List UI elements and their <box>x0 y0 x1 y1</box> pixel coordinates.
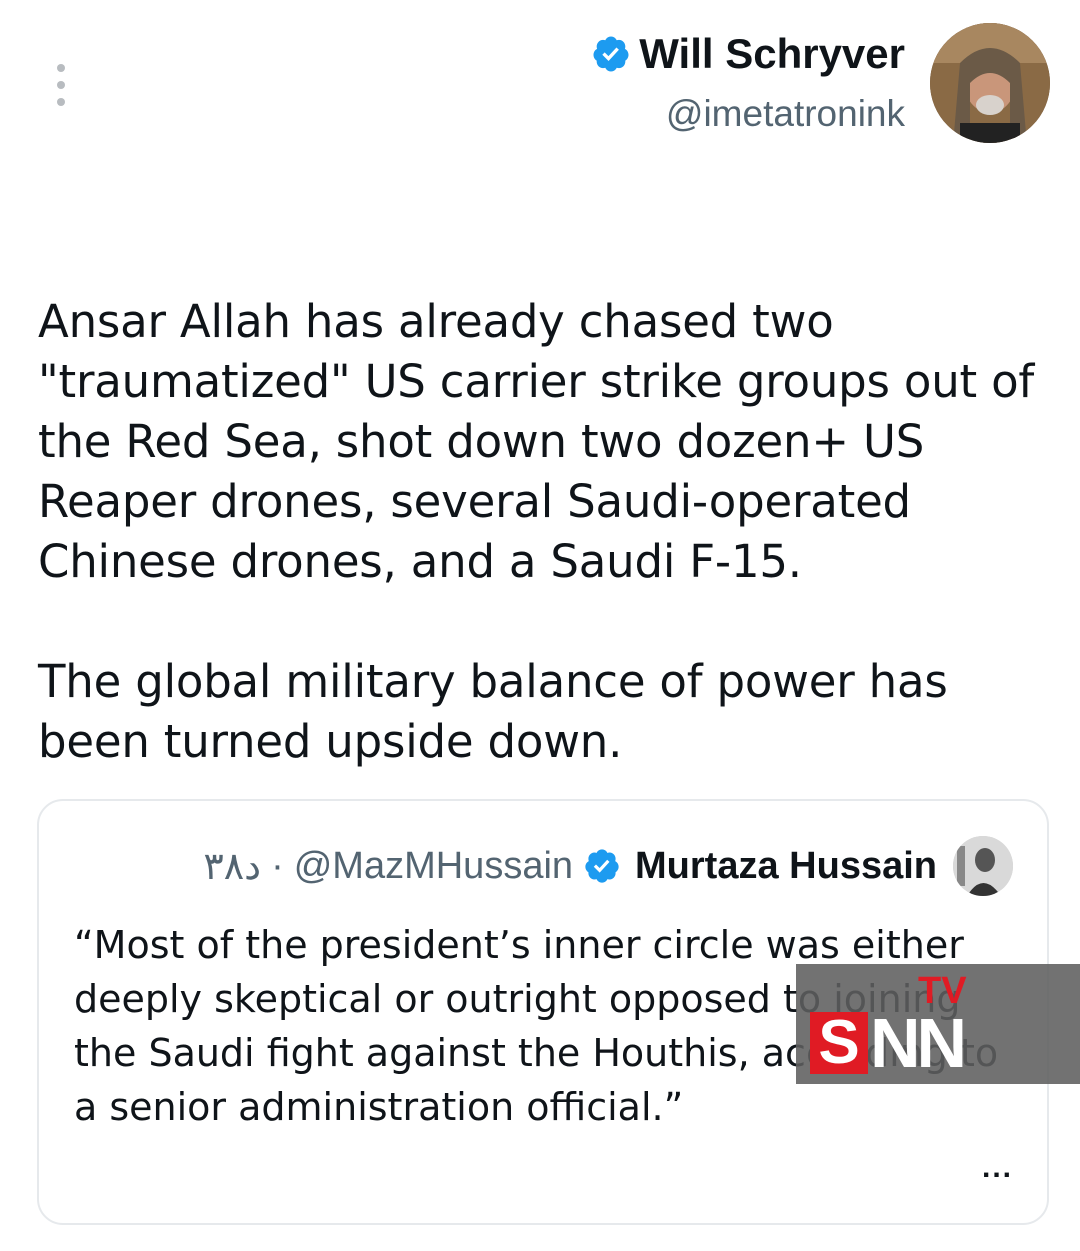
author-name-row: Will Schryver <box>591 28 905 80</box>
menu-dot <box>57 81 65 89</box>
tweet-paragraph: The global military balance of power has… <box>38 655 948 768</box>
verified-badge-icon <box>593 36 629 72</box>
more-vertical-icon[interactable] <box>52 64 70 106</box>
author-handle[interactable]: @imetatronink <box>591 92 905 136</box>
snn-tv-watermark: S NN TV <box>796 964 1080 1084</box>
watermark-s: S <box>810 1012 868 1074</box>
more-horizontal-icon[interactable]: ... <box>982 1151 1013 1185</box>
verified-badge-icon <box>585 849 619 883</box>
avatar-image <box>930 23 1050 143</box>
menu-dot <box>57 98 65 106</box>
watermark-nn: NN <box>870 1004 967 1082</box>
quoted-author-avatar[interactable] <box>953 836 1013 896</box>
quoted-author-name[interactable]: Murtaza Hussain <box>635 845 937 888</box>
tweet-author[interactable]: Will Schryver @imetatronink <box>591 28 905 136</box>
author-avatar[interactable] <box>930 23 1050 143</box>
separator-dot: · <box>271 844 284 887</box>
watermark-tv: TV <box>918 970 967 1012</box>
quoted-author-handle[interactable]: @MazMHussain <box>294 845 573 888</box>
menu-dot <box>57 64 65 72</box>
tweet-paragraph: Ansar Allah has already chased two "trau… <box>38 295 1035 588</box>
quoted-tweet-time: ۳۸د <box>203 845 262 888</box>
quoted-avatar-image <box>953 836 1013 896</box>
tweet-text: Ansar Allah has already chased two "trau… <box>38 292 1048 772</box>
author-name[interactable]: Will Schryver <box>639 28 905 80</box>
quoted-tweet-header: ۳۸د · @MazMHussain Murtaza Hussain <box>203 831 1013 901</box>
